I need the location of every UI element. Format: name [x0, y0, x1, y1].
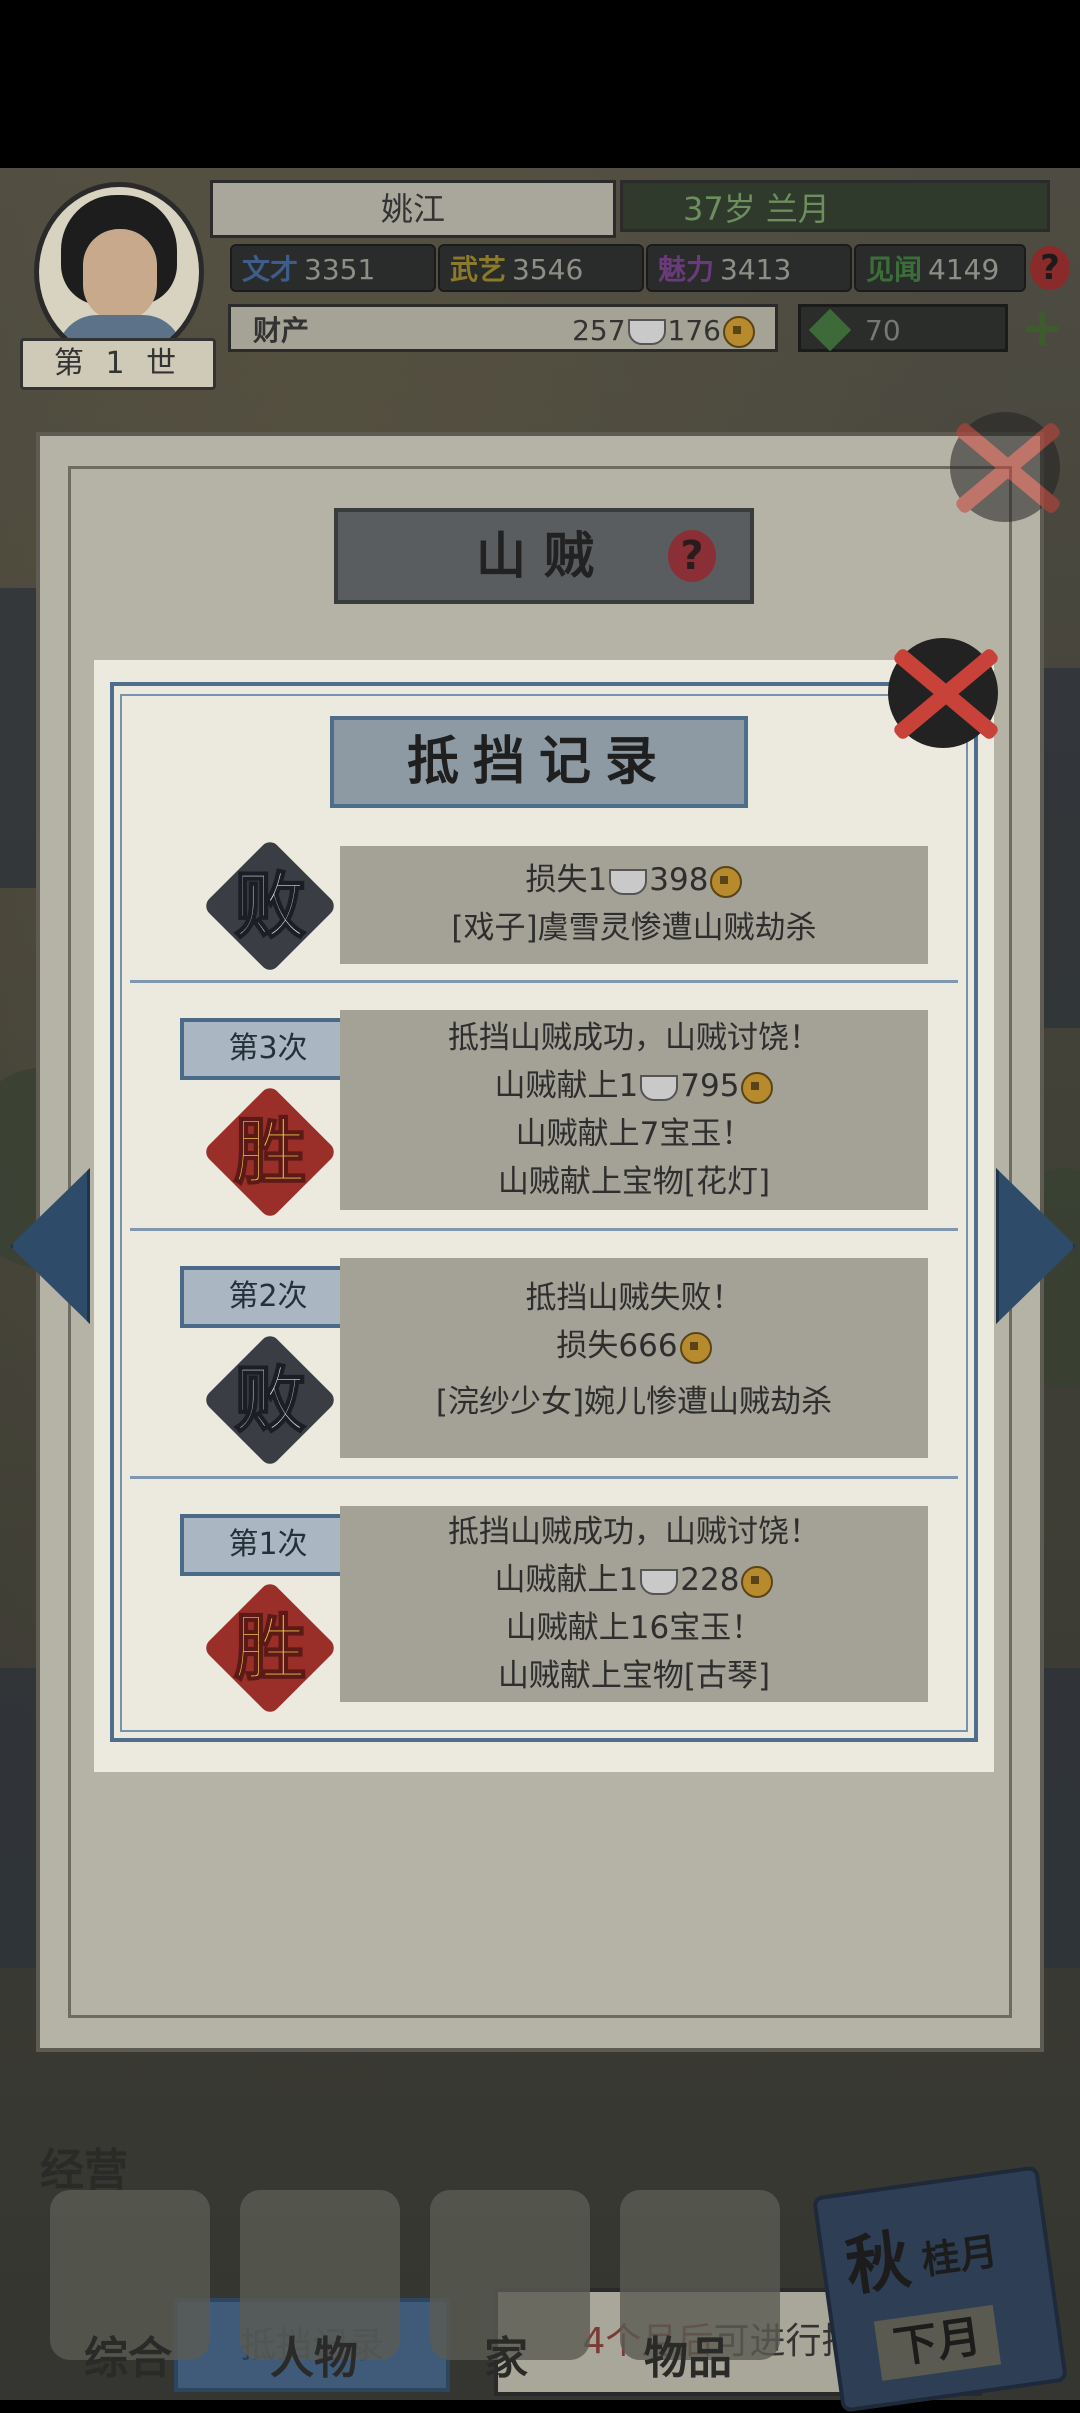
record-row: 第1次 胜 抵挡山贼成功，山贼讨饶！ 山贼献上1 228 山贼献上16宝玉！ 山贼… — [130, 1476, 958, 1716]
section-label: 经营 — [40, 2145, 128, 2196]
attempt-badge: 第3次 — [180, 1018, 356, 1080]
silver-ingot-icon — [627, 319, 666, 345]
add-jade-button[interactable]: + — [1018, 302, 1066, 354]
nav-characters-label: 人物 — [270, 2333, 358, 2384]
nav-family-label: 家 — [484, 2333, 528, 2384]
player-avatar[interactable] — [34, 182, 204, 362]
jade-gem-icon — [808, 308, 852, 352]
record-row: 第3次 胜 抵挡山贼成功，山贼讨饶！ 山贼献上1 795 山贼献上7宝玉！ 山贼献… — [130, 980, 958, 1231]
defense-record-panel: 抵挡记录 败 损失1 398 [戏子]虞雪灵惨遭山贼劫杀 第3次 胜 抵挡山贼成功… — [94, 638, 998, 1772]
next-month-button[interactable]: 秋 桂月 下月 — [811, 2165, 1069, 2413]
stats-help-icon[interactable]: ? — [1030, 246, 1070, 290]
defeat-mark: 败 — [202, 838, 338, 974]
record-row: 败 损失1 398 [戏子]虞雪灵惨遭山贼劫杀 — [130, 836, 958, 983]
record-detail: 抵挡山贼成功，山贼讨饶！ 山贼献上1 795 山贼献上7宝玉！ 山贼献上宝物[花灯… — [340, 1010, 928, 1210]
bottom-navigation: 经营 综合 人物 家 物品 秋 桂月 下月 — [0, 2090, 1080, 2413]
copper-amount: 176 — [667, 314, 721, 347]
silver-amount: 257 — [572, 314, 626, 347]
stat-charm: 魅力 3413 — [646, 244, 852, 292]
silver-ingot-icon — [609, 868, 648, 895]
copper-coin-icon — [710, 865, 743, 898]
help-icon[interactable]: ? — [668, 530, 716, 582]
dialog-title: 山贼 ? — [334, 508, 754, 604]
player-age-month: 37岁 兰月 — [620, 180, 1050, 232]
record-title: 抵挡记录 — [330, 716, 748, 808]
attempt-badge: 第2次 — [180, 1266, 356, 1328]
copper-coin-icon — [741, 1565, 774, 1598]
defeat-mark: 败 — [202, 1332, 338, 1468]
generation-badge: 第 1 世 — [20, 338, 216, 390]
stat-literary: 文才 3351 — [230, 244, 436, 292]
silver-ingot-icon — [640, 1074, 679, 1101]
nav-items-label: 物品 — [644, 2333, 732, 2384]
copper-coin-icon — [679, 1331, 712, 1364]
dialog-close-icon[interactable] — [950, 412, 1060, 522]
record-detail: 损失1 398 [戏子]虞雪灵惨遭山贼劫杀 — [340, 846, 928, 964]
copper-coin-icon — [723, 316, 755, 348]
record-row: 第2次 败 抵挡山贼失败！ 损失666 [浣纱少女]婉儿惨遭山贼劫杀 — [130, 1228, 958, 1479]
wealth-bar: 财产 257 176 — [228, 304, 778, 352]
victory-mark: 胜 — [202, 1580, 338, 1716]
stat-martial: 武艺 3546 — [438, 244, 644, 292]
player-name: 姚江 — [210, 180, 616, 238]
record-detail: 抵挡山贼成功，山贼讨饶！ 山贼献上1 228 山贼献上16宝玉！ 山贼献上宝物[古… — [340, 1506, 928, 1702]
record-close-icon[interactable] — [888, 638, 998, 748]
copper-coin-icon — [741, 1071, 774, 1104]
stat-knowledge: 见闻 4149 — [854, 244, 1026, 292]
nav-general-label: 综合 — [84, 2333, 172, 2384]
record-detail: 抵挡山贼失败！ 损失666 [浣纱少女]婉儿惨遭山贼劫杀 — [340, 1258, 928, 1458]
silver-ingot-icon — [640, 1568, 679, 1595]
player-status-hud: 第 1 世 姚江 37岁 兰月 文才 3351 武艺 3546 魅力 3413 见闻 4… — [0, 168, 1080, 398]
victory-mark: 胜 — [202, 1084, 338, 1220]
jade-bar: 70 — [798, 304, 1008, 352]
attempt-badge: 第1次 — [180, 1514, 356, 1576]
